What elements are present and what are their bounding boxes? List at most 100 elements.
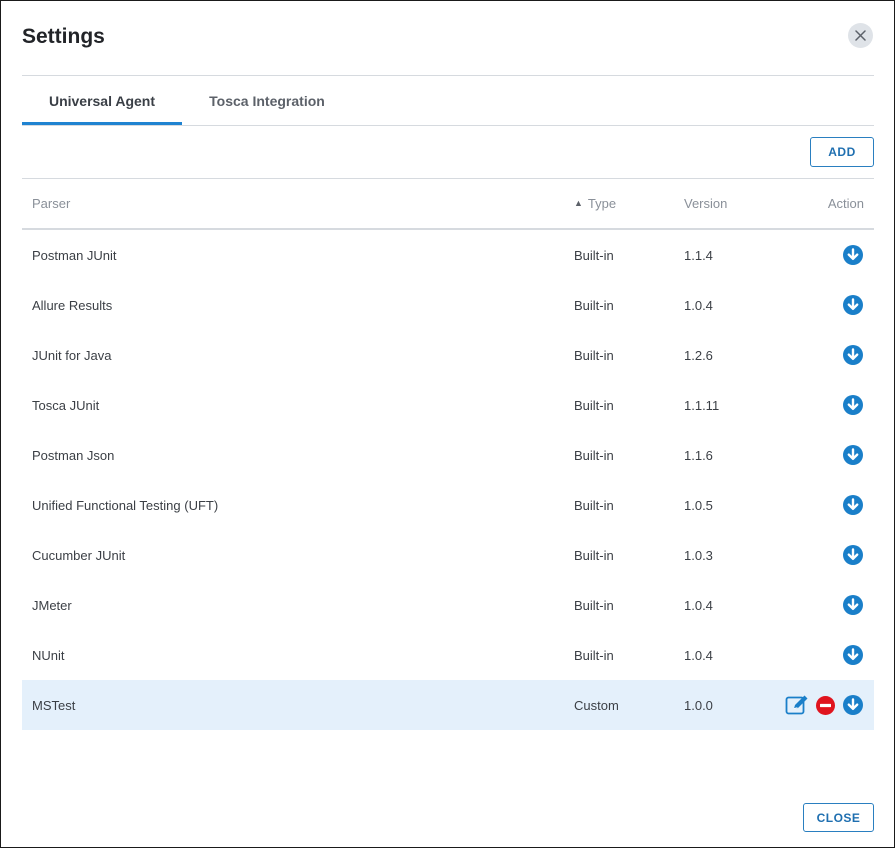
table-header: Parser ▲ Type Version Action	[22, 178, 874, 230]
version-cell: 1.1.11	[684, 397, 720, 413]
version-cell: 1.0.3	[684, 547, 713, 563]
action-cell	[842, 630, 864, 680]
parser-name-cell: Unified Functional Testing (UFT)	[32, 497, 219, 513]
action-cell	[842, 230, 864, 280]
title-divider	[22, 75, 874, 76]
table-row[interactable]: MSTest Custom 1.0.0	[22, 680, 874, 730]
parser-table: Parser ▲ Type Version Action Postman JUn…	[22, 178, 874, 730]
download-circle-icon	[842, 394, 864, 416]
table-row[interactable]: Tosca JUnit Built-in 1.1.11	[22, 380, 874, 430]
parser-name-cell: JUnit for Java	[32, 347, 112, 363]
close-icon	[855, 30, 866, 41]
version-cell: 1.1.6	[684, 447, 713, 463]
download-button[interactable]	[842, 694, 864, 716]
version-cell: 1.0.0	[684, 697, 713, 713]
row-actions	[842, 394, 864, 416]
download-button[interactable]	[842, 494, 864, 516]
settings-dialog: Settings Universal Agent Tosca Integrati…	[0, 0, 895, 848]
type-cell: Custom	[574, 697, 619, 713]
action-cell	[842, 280, 864, 330]
type-cell: Built-in	[574, 647, 614, 663]
download-circle-icon	[842, 344, 864, 366]
table-row[interactable]: Postman JUnit Built-in 1.1.4	[22, 230, 874, 280]
tab-label: Universal Agent	[48, 93, 156, 109]
download-button[interactable]	[842, 444, 864, 466]
action-cell	[842, 430, 864, 480]
row-actions	[842, 494, 864, 516]
action-cell	[842, 530, 864, 580]
parser-name-cell: Cucumber JUnit	[32, 547, 126, 563]
table-row[interactable]: Unified Functional Testing (UFT) Built-in…	[22, 480, 874, 530]
parser-name-cell: Tosca JUnit	[32, 397, 100, 413]
table-body: Postman JUnit Built-in 1.1.4 Allure Results…	[22, 230, 874, 730]
version-cell: 1.0.4	[684, 647, 713, 663]
column-header-version[interactable]: Version	[684, 179, 727, 228]
row-actions	[842, 594, 864, 616]
type-cell: Built-in	[574, 347, 614, 363]
download-circle-icon	[842, 494, 864, 516]
column-header-type-label: Type	[587, 196, 617, 211]
download-circle-icon	[842, 294, 864, 316]
download-circle-icon	[842, 594, 864, 616]
column-header-action: Action	[827, 196, 864, 211]
type-cell: Built-in	[574, 297, 614, 313]
version-cell: 1.2.6	[684, 347, 713, 363]
sort-up-icon: ▲	[574, 197, 583, 208]
row-actions	[842, 544, 864, 566]
action-cell	[842, 380, 864, 430]
close-dialog-button[interactable]	[848, 23, 873, 48]
action-cell	[842, 580, 864, 630]
type-cell: Built-in	[574, 547, 614, 563]
table-row[interactable]: Postman Json Built-in 1.1.6	[22, 430, 874, 480]
parser-name-cell: Postman Json	[32, 447, 115, 463]
version-cell: 1.0.4	[684, 297, 713, 313]
download-button[interactable]	[842, 294, 864, 316]
add-button[interactable]: ADD	[810, 137, 874, 167]
table-row[interactable]: JUnit for Java Built-in 1.2.6	[22, 330, 874, 380]
download-button[interactable]	[842, 644, 864, 666]
delete-button[interactable]	[814, 694, 836, 716]
type-cell: Built-in	[574, 247, 614, 263]
close-button[interactable]: CLOSE	[803, 803, 874, 832]
table-row[interactable]: NUnit Built-in 1.0.4	[22, 630, 874, 680]
download-button[interactable]	[842, 244, 864, 266]
download-circle-icon	[842, 694, 864, 716]
table-row[interactable]: Allure Results Built-in 1.0.4	[22, 280, 874, 330]
parser-name-cell: NUnit	[32, 647, 65, 663]
row-actions	[842, 444, 864, 466]
tab-universal-agent[interactable]: Universal Agent	[22, 77, 182, 125]
parser-name-cell: MSTest	[32, 697, 76, 713]
parser-name-cell: Allure Results	[32, 297, 113, 313]
column-header-parser[interactable]: Parser	[32, 179, 70, 228]
row-actions	[842, 244, 864, 266]
edit-icon	[785, 694, 809, 716]
column-header-type[interactable]: ▲ Type	[574, 179, 616, 228]
download-circle-icon	[842, 644, 864, 666]
table-row[interactable]: Cucumber JUnit Built-in 1.0.3	[22, 530, 874, 580]
row-actions	[842, 644, 864, 666]
download-circle-icon	[842, 444, 864, 466]
tabs-divider	[22, 125, 874, 126]
download-button[interactable]	[842, 594, 864, 616]
version-cell: 1.0.5	[684, 497, 713, 513]
parser-name-cell: Postman JUnit	[32, 247, 117, 263]
download-button[interactable]	[842, 394, 864, 416]
row-actions	[842, 344, 864, 366]
download-button[interactable]	[842, 344, 864, 366]
delete-icon	[815, 695, 836, 716]
parser-name-cell: JMeter	[32, 597, 72, 613]
download-button[interactable]	[842, 544, 864, 566]
type-cell: Built-in	[574, 497, 614, 513]
version-cell: 1.1.4	[684, 247, 713, 263]
download-circle-icon	[842, 244, 864, 266]
tab-tosca-integration[interactable]: Tosca Integration	[182, 77, 352, 125]
tab-label: Tosca Integration	[209, 93, 325, 109]
action-cell	[842, 330, 864, 380]
dialog-title: Settings	[22, 25, 105, 48]
row-actions	[785, 694, 864, 716]
type-cell: Built-in	[574, 447, 614, 463]
table-row[interactable]: JMeter Built-in 1.0.4	[22, 580, 874, 630]
download-circle-icon	[842, 544, 864, 566]
edit-button[interactable]	[785, 694, 809, 716]
action-cell	[785, 680, 864, 730]
